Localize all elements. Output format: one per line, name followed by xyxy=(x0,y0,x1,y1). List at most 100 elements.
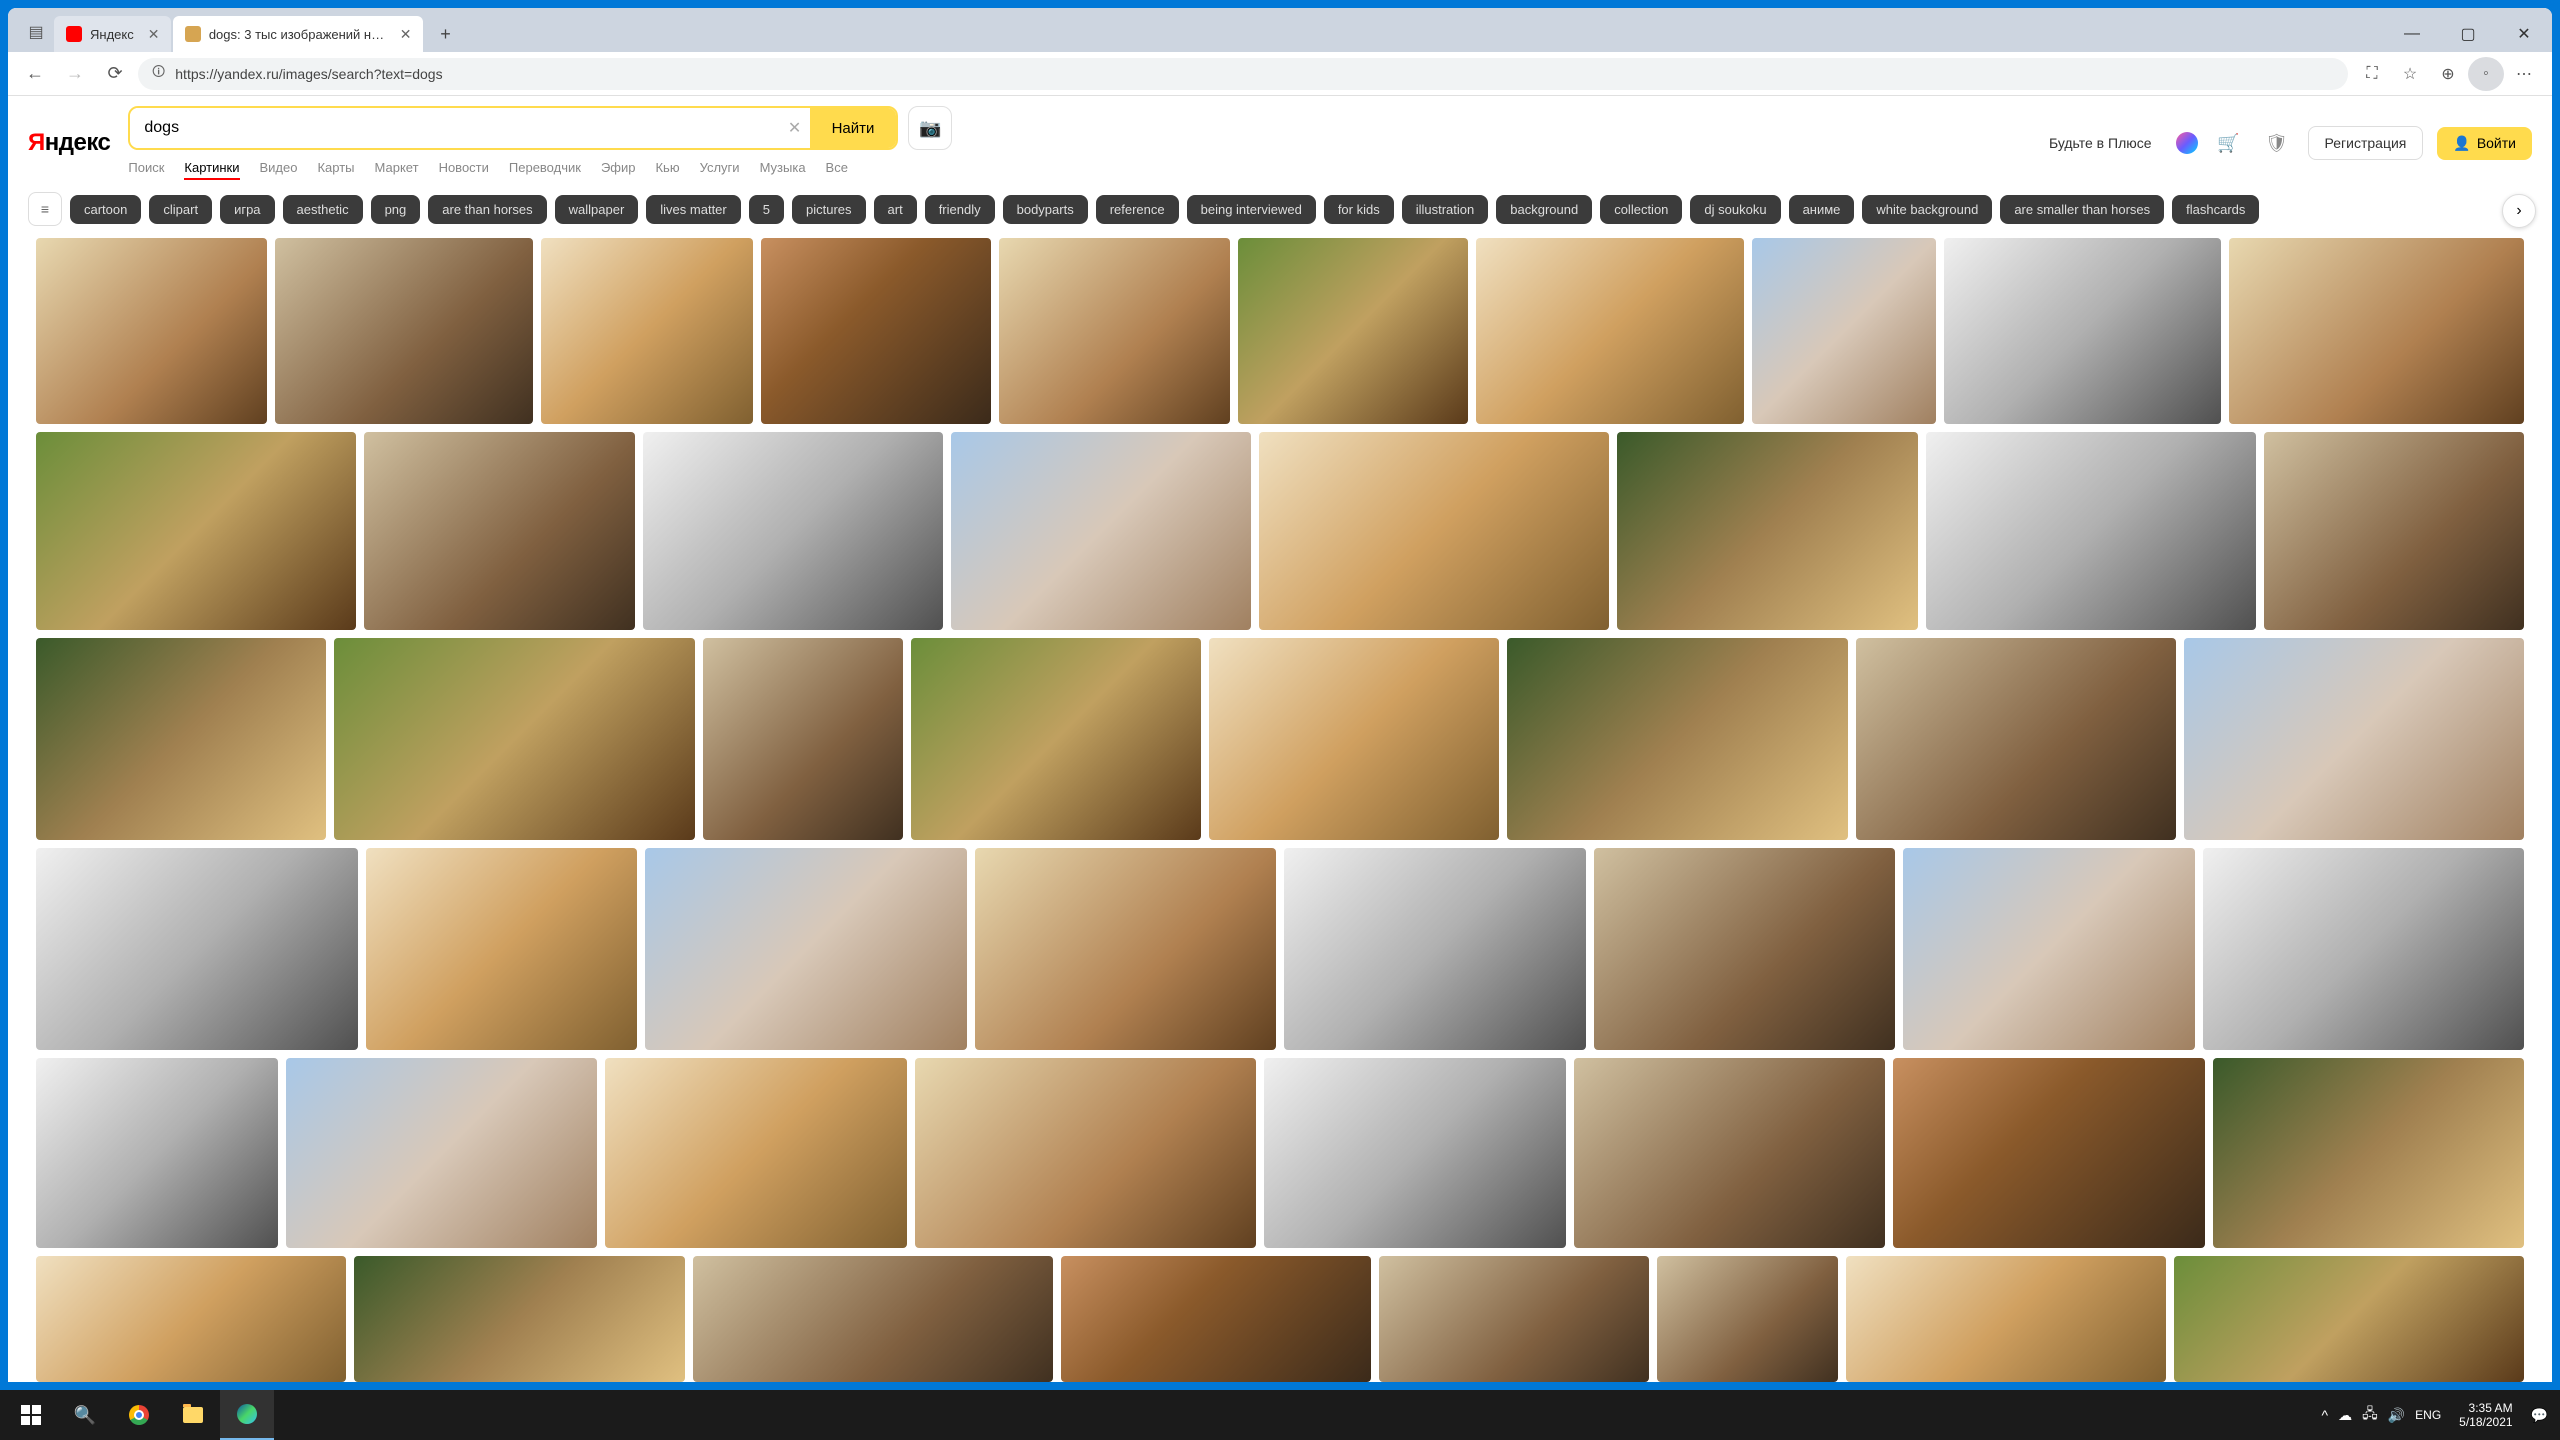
image-result[interactable] xyxy=(1617,432,1917,630)
nav-link[interactable]: Поиск xyxy=(128,160,164,180)
tray-clock[interactable]: 3:35 AM 5/18/2021 xyxy=(2451,1401,2520,1430)
image-result[interactable] xyxy=(1594,848,1896,1050)
image-result[interactable] xyxy=(36,1058,278,1248)
filter-chip[interactable]: dj soukoku xyxy=(1690,195,1780,224)
browser-tab[interactable]: Яндекс ✕ xyxy=(54,16,171,52)
plus-badge-icon[interactable] xyxy=(2176,132,2198,154)
filters-button[interactable]: ≡ xyxy=(28,192,62,226)
edge-taskbar-icon[interactable] xyxy=(220,1390,274,1440)
image-result[interactable] xyxy=(366,848,638,1050)
nav-link[interactable]: Переводчик xyxy=(509,160,581,180)
image-result[interactable] xyxy=(1209,638,1499,840)
image-result[interactable] xyxy=(36,848,358,1050)
shield-icon[interactable]: 🛡 xyxy=(2260,126,2294,160)
tray-language[interactable]: ENG xyxy=(2415,1408,2441,1422)
filter-chip[interactable]: background xyxy=(1496,195,1592,224)
profile-avatar[interactable]: ◦ xyxy=(2468,57,2504,91)
filter-chip[interactable]: wallpaper xyxy=(555,195,639,224)
image-result[interactable] xyxy=(1856,638,2176,840)
filter-chip[interactable]: lives matter xyxy=(646,195,740,224)
site-info-icon[interactable]: 🛈 xyxy=(152,63,165,85)
search-taskbar-icon[interactable]: 🔍 xyxy=(58,1390,112,1440)
image-result[interactable] xyxy=(1238,238,1469,424)
cart-icon[interactable]: 🛒 xyxy=(2212,126,2246,160)
image-result[interactable] xyxy=(286,1058,598,1248)
nav-link[interactable]: Картинки xyxy=(184,160,239,180)
image-result[interactable] xyxy=(2174,1256,2524,1382)
minimize-button[interactable]: — xyxy=(2384,16,2440,52)
close-button[interactable]: ✕ xyxy=(2496,16,2552,52)
image-result[interactable] xyxy=(36,432,356,630)
image-result[interactable] xyxy=(1264,1058,1566,1248)
new-tab-button[interactable]: + xyxy=(429,18,461,50)
image-result[interactable] xyxy=(911,638,1201,840)
browser-tab[interactable]: dogs: 3 тыс изображений найд ✕ xyxy=(173,16,423,52)
chips-next-button[interactable]: › xyxy=(2502,194,2536,228)
image-result[interactable] xyxy=(975,848,1277,1050)
image-result[interactable] xyxy=(1284,848,1586,1050)
clear-search-icon[interactable]: ✕ xyxy=(780,118,810,138)
tray-chevron-icon[interactable]: ^ xyxy=(2322,1407,2329,1423)
image-result[interactable] xyxy=(1903,848,2195,1050)
image-result[interactable] xyxy=(2229,238,2524,424)
nav-link[interactable]: Кью xyxy=(655,160,679,180)
filter-chip[interactable]: are than horses xyxy=(428,195,546,224)
image-result[interactable] xyxy=(1752,238,1936,424)
filter-chip[interactable]: png xyxy=(371,195,421,224)
tray-cloud-icon[interactable]: ☁ xyxy=(2338,1407,2352,1424)
image-result[interactable] xyxy=(1944,238,2221,424)
image-result[interactable] xyxy=(1259,432,1609,630)
chrome-taskbar-icon[interactable] xyxy=(112,1390,166,1440)
image-result[interactable] xyxy=(703,638,903,840)
image-result[interactable] xyxy=(541,238,753,424)
image-result[interactable] xyxy=(645,848,967,1050)
image-result[interactable] xyxy=(999,238,1230,424)
nav-link[interactable]: Карты xyxy=(317,160,354,180)
image-result[interactable] xyxy=(951,432,1251,630)
image-search-icon[interactable]: 📷 xyxy=(908,106,952,150)
image-result[interactable] xyxy=(1926,432,2256,630)
nav-link[interactable]: Маркет xyxy=(375,160,419,180)
filter-chip[interactable]: being interviewed xyxy=(1187,195,1316,224)
shopping-icon[interactable]: ⛶ xyxy=(2354,57,2390,91)
image-result[interactable] xyxy=(334,638,694,840)
filter-chip[interactable]: bodyparts xyxy=(1003,195,1088,224)
forward-button[interactable]: → xyxy=(58,57,92,91)
image-result[interactable] xyxy=(915,1058,1257,1248)
nav-link[interactable]: Все xyxy=(826,160,848,180)
image-result[interactable] xyxy=(761,238,992,424)
image-result[interactable] xyxy=(643,432,943,630)
image-result[interactable] xyxy=(2213,1058,2525,1248)
login-button[interactable]: 👤Войти xyxy=(2437,127,2532,160)
image-result[interactable] xyxy=(2184,638,2524,840)
image-result[interactable] xyxy=(1893,1058,2205,1248)
image-result[interactable] xyxy=(1061,1256,1371,1382)
filter-chip[interactable]: clipart xyxy=(149,195,212,224)
tab-actions-icon[interactable]: ▤ xyxy=(18,14,54,50)
image-result[interactable] xyxy=(36,638,326,840)
image-result[interactable] xyxy=(36,1256,346,1382)
image-result[interactable] xyxy=(2264,432,2524,630)
tray-notifications-icon[interactable]: 💬 xyxy=(2531,1407,2548,1424)
filter-chip[interactable]: collection xyxy=(1600,195,1682,224)
image-result[interactable] xyxy=(693,1256,1053,1382)
image-result[interactable] xyxy=(275,238,533,424)
image-result[interactable] xyxy=(2203,848,2525,1050)
nav-link[interactable]: Эфир xyxy=(601,160,636,180)
register-button[interactable]: Регистрация xyxy=(2308,126,2424,160)
back-button[interactable]: ← xyxy=(18,57,52,91)
favorite-icon[interactable]: ☆ xyxy=(2392,57,2428,91)
filter-chip[interactable]: pictures xyxy=(792,195,866,224)
url-input[interactable]: 🛈 https://yandex.ru/images/search?text=d… xyxy=(138,58,2348,90)
maximize-button[interactable]: ▢ xyxy=(2440,16,2496,52)
tray-volume-icon[interactable]: 🔊 xyxy=(2388,1407,2405,1424)
nav-link[interactable]: Музыка xyxy=(760,160,806,180)
image-result[interactable] xyxy=(1657,1256,1837,1382)
tab-close-icon[interactable]: ✕ xyxy=(400,26,412,43)
filter-chip[interactable]: white background xyxy=(1862,195,1992,224)
image-result[interactable] xyxy=(1574,1058,1886,1248)
filter-chip[interactable]: aesthetic xyxy=(283,195,363,224)
refresh-button[interactable]: ⟳ xyxy=(98,57,132,91)
image-result[interactable] xyxy=(605,1058,907,1248)
filter-chip[interactable]: art xyxy=(874,195,917,224)
